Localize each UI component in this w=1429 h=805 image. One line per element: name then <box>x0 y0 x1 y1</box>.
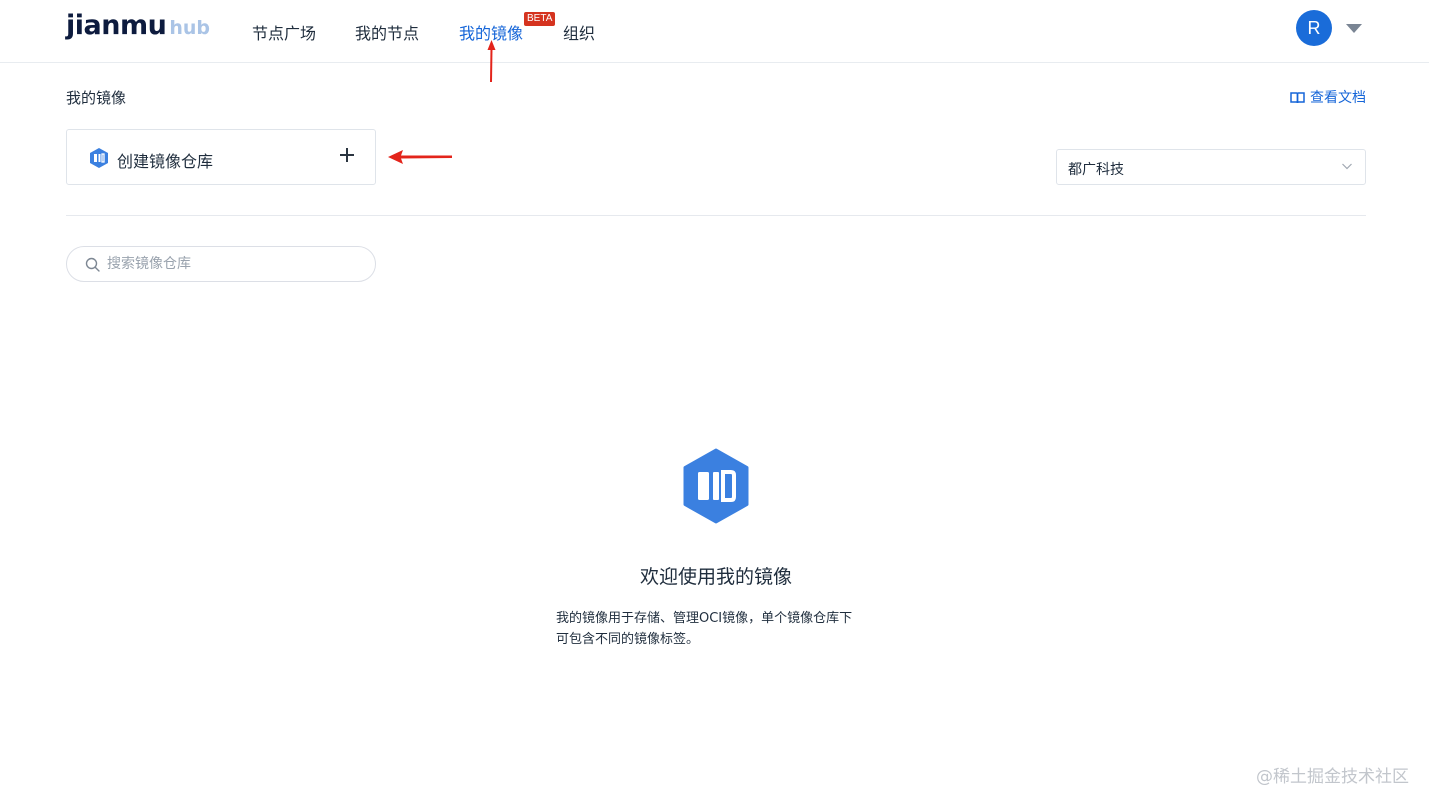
empty-state-description: 我的镜像用于存储、管理OCI镜像，单个镜像仓库下 可包含不同的镜像标签。 <box>556 608 886 650</box>
repo-search-input[interactable] <box>107 253 362 275</box>
hexagon-image-icon <box>90 148 108 168</box>
user-avatar[interactable]: R <box>1296 10 1332 46</box>
chevron-down-icon <box>1342 163 1352 170</box>
section-divider <box>66 215 1366 216</box>
logo-sub-text: hub <box>169 17 210 39</box>
empty-state-desc-line-1: 我的镜像用于存储、管理OCI镜像，单个镜像仓库下 <box>556 611 853 626</box>
view-docs-link[interactable]: 查看文档 <box>1290 87 1366 107</box>
plus-icon <box>339 147 355 163</box>
search-icon <box>85 257 100 272</box>
repo-search-box[interactable] <box>66 246 376 282</box>
page-title: 我的镜像 <box>66 89 127 107</box>
empty-state-desc-line-2: 可包含不同的镜像标签。 <box>556 632 700 647</box>
empty-state-title: 欢迎使用我的镜像 <box>639 566 792 588</box>
jianmu-hub-logo[interactable]: jianmu hub <box>66 10 210 46</box>
hexagon-image-icon <box>683 448 749 524</box>
watermark: @稀土掘金技术社区 <box>1256 767 1409 787</box>
view-docs-label: 查看文档 <box>1310 90 1366 106</box>
nav-my-nodes[interactable]: 我的节点 <box>355 20 419 44</box>
book-icon <box>1290 91 1305 103</box>
organization-select-value: 都广科技 <box>1068 162 1124 178</box>
organization-select[interactable]: 都广科技 <box>1056 149 1366 185</box>
create-repo-label: 创建镜像仓库 <box>117 152 214 171</box>
top-navbar: jianmu hub 节点广场 我的节点 我的镜像 BETA 组织 R <box>0 0 1429 63</box>
caret-down-icon[interactable] <box>1346 24 1362 33</box>
nav-node-market[interactable]: 节点广场 <box>252 20 316 44</box>
annotation-arrow-up <box>487 40 496 83</box>
nav-organization[interactable]: 组织 <box>563 20 595 44</box>
logo-main-text: jianmu <box>66 10 167 41</box>
annotation-arrow-left <box>388 150 452 164</box>
create-image-repo-button[interactable]: 创建镜像仓库 <box>66 129 376 185</box>
beta-badge: BETA <box>524 12 556 26</box>
